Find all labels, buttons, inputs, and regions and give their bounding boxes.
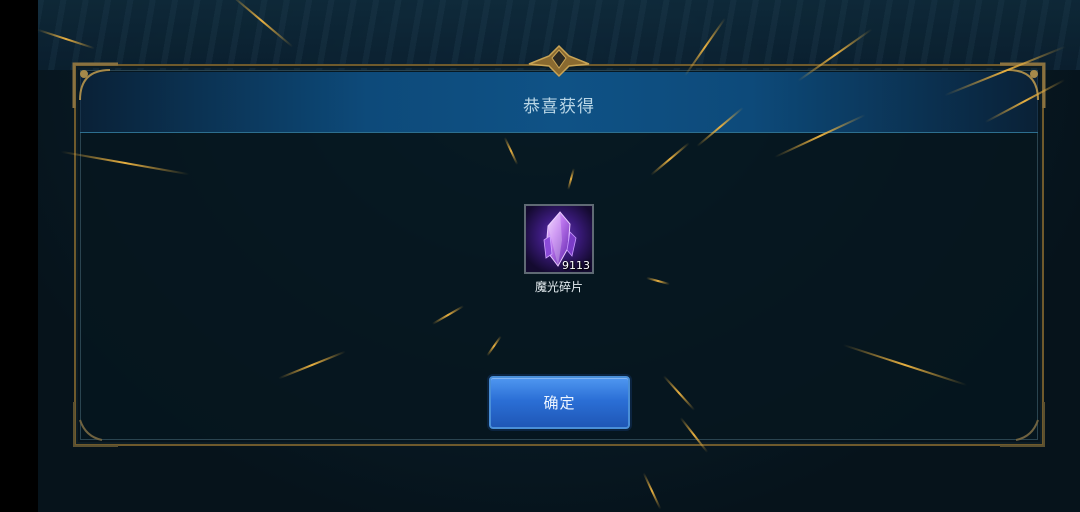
reward-item-slot[interactable]: 9113 (524, 204, 594, 274)
item-name: 魔光碎片 (534, 280, 583, 294)
left-edge-bar (0, 0, 38, 512)
confirm-button[interactable]: 确定 (489, 376, 630, 429)
reward-screen: 恭喜获得 9113 魔光碎片 确定 (0, 0, 1080, 512)
crest-ornament-icon (528, 44, 590, 78)
corner-ornament-icon (1000, 402, 1045, 447)
dialog-title: 恭喜获得 (523, 97, 595, 117)
sparkle-ray (642, 472, 662, 510)
corner-ornament-icon (73, 402, 118, 447)
item-count: 9113 (562, 259, 590, 272)
